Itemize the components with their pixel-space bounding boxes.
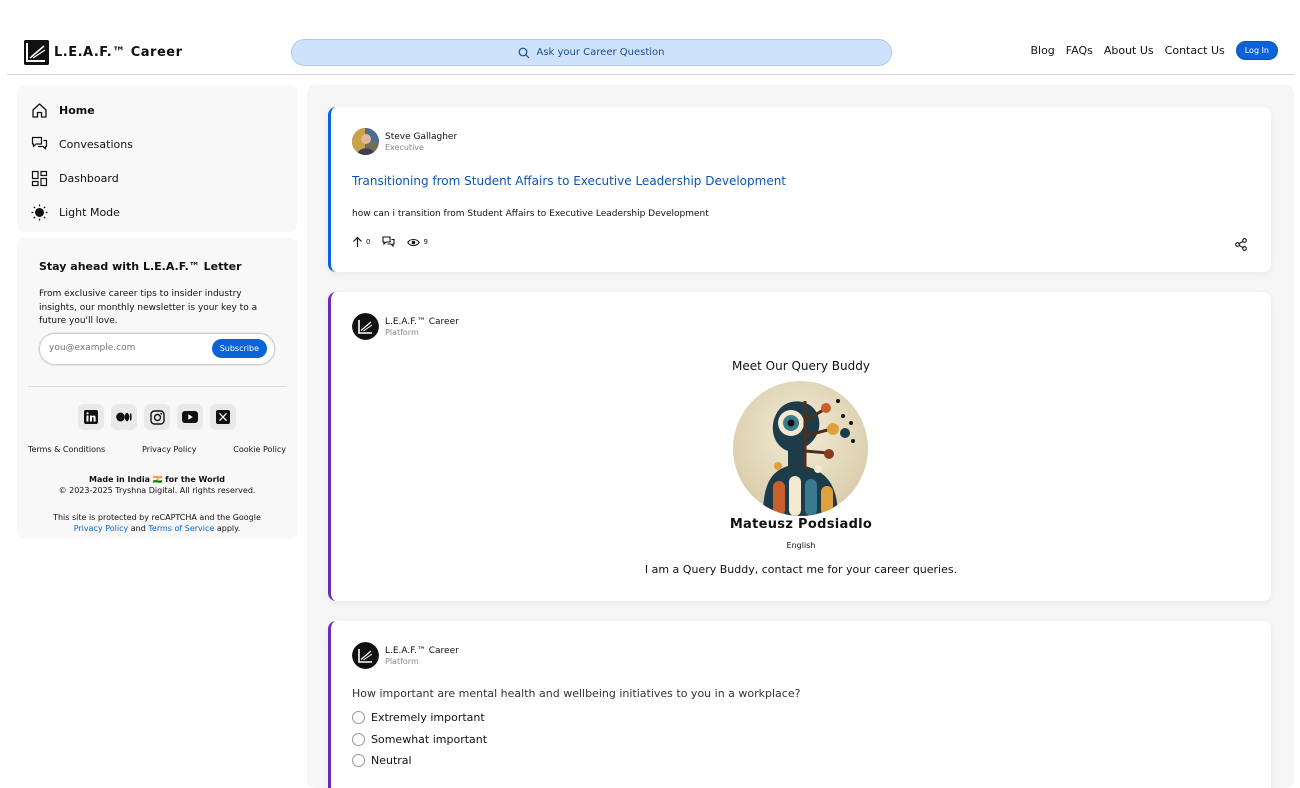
newsletter-panel: Stay ahead with L.E.A.F.™ Letter From ex…	[17, 238, 297, 539]
sidebar-item-dashboard[interactable]: Dashboard	[17, 161, 297, 195]
post-author[interactable]: Steve Gallagher Executive	[352, 128, 457, 155]
top-nav: Blog FAQs About Us Contact Us Log In	[1030, 41, 1278, 60]
recaptcha-pre: This site is protected by reCAPTCHA and …	[53, 513, 261, 522]
divider	[28, 386, 286, 387]
search-placeholder: Ask your Career Question	[536, 47, 665, 58]
radio-button[interactable]	[352, 711, 365, 725]
share-button[interactable]	[1235, 236, 1247, 255]
cookie-link[interactable]: Cookie Policy	[233, 445, 286, 454]
linkedin-icon[interactable]	[78, 404, 104, 430]
google-terms-link[interactable]: Terms of Service	[148, 524, 214, 533]
legal-links: Terms & Conditions Privacy Policy Cookie…	[28, 445, 286, 454]
india-flag: 🇮🇳	[152, 475, 163, 484]
privacy-link[interactable]: Privacy Policy	[142, 445, 197, 454]
views-stat: 9	[407, 238, 428, 247]
poll-option-label: Neutral	[371, 754, 412, 768]
query-buddy-card[interactable]: L.E.A.F.™ Career Platform Meet Our Query…	[328, 292, 1271, 601]
nav-contact-us[interactable]: Contact Us	[1165, 44, 1225, 57]
poll-card: L.E.A.F.™ Career Platform How important …	[328, 621, 1271, 788]
newsletter-text: From exclusive career tips to insider in…	[39, 289, 258, 326]
sidebar-item-home[interactable]: Home	[17, 93, 297, 127]
top-header: L.E.A.F.™ Career Ask your Career Questio…	[7, 30, 1294, 75]
query-buddy-description: I am a Query Buddy, contact me for your …	[644, 563, 958, 576]
leaf-logo-icon	[352, 642, 379, 669]
nav-blog[interactable]: Blog	[1030, 44, 1054, 57]
home-icon	[32, 102, 47, 118]
sidebar-item-label: Convesations	[59, 137, 133, 151]
recaptcha-and: and	[130, 524, 146, 533]
poll-option[interactable]: Extremely important	[352, 707, 487, 729]
made-in-text: Made in India 🇮🇳 for the World © 2023-20…	[17, 474, 297, 496]
sun-icon	[31, 204, 48, 220]
poll-question: How important are mental health and well…	[352, 687, 801, 700]
poll-options: Extremely important Somewhat important N…	[352, 707, 487, 772]
search-icon	[519, 47, 530, 58]
poll-option-label: Extremely important	[371, 711, 485, 725]
youtube-icon[interactable]	[177, 404, 203, 430]
poll-option[interactable]: Neutral	[352, 750, 487, 772]
newsletter-form: Subscribe	[39, 333, 275, 365]
newsletter-title: Stay ahead with L.E.A.F.™ Letter	[39, 260, 242, 273]
comment-button[interactable]	[382, 236, 396, 248]
poll-option[interactable]: Somewhat important	[352, 729, 487, 751]
post-stats: 0 9	[352, 236, 428, 248]
poll-option-label: Somewhat important	[371, 732, 488, 746]
dashboard-icon	[31, 170, 48, 186]
share-icon	[1235, 238, 1247, 251]
instagram-icon[interactable]	[144, 404, 170, 430]
query-buddy-title: Meet Our Query Buddy	[732, 359, 870, 373]
post-author[interactable]: L.E.A.F.™ Career Platform	[352, 642, 459, 669]
post-author[interactable]: L.E.A.F.™ Career Platform	[352, 313, 459, 340]
google-privacy-link[interactable]: Privacy Policy	[74, 524, 129, 533]
brand-name: L.E.A.F.™ Career	[54, 45, 183, 60]
chat-icon	[31, 136, 48, 150]
terms-link[interactable]: Terms & Conditions	[28, 445, 105, 454]
author-name: L.E.A.F.™ Career	[385, 645, 459, 656]
post-title[interactable]: Transitioning from Student Affairs to Ex…	[352, 174, 786, 188]
brand[interactable]: L.E.A.F.™ Career	[24, 40, 183, 65]
nav-faqs[interactable]: FAQs	[1066, 44, 1093, 57]
upvote-count: 0	[366, 238, 371, 246]
radio-button[interactable]	[352, 754, 365, 768]
made-in-india: Made in India	[88, 475, 151, 484]
arrow-up-icon	[353, 236, 362, 247]
subscribe-button[interactable]: Subscribe	[211, 339, 267, 358]
search-bar[interactable]: Ask your Career Question	[291, 39, 892, 66]
sidebar-item-label: Light Mode	[59, 205, 120, 219]
post-body: how can i transition from Student Affair…	[352, 209, 709, 219]
sidebar-nav: Home Convesations Dashboard Light Mode	[17, 85, 297, 232]
medium-icon[interactable]	[111, 404, 137, 430]
author-role: Platform	[385, 327, 419, 337]
sidebar-item-label: Dashboard	[59, 171, 119, 185]
leaf-logo-icon	[24, 40, 49, 65]
author-name: Steve Gallagher	[385, 131, 458, 142]
author-name: L.E.A.F.™ Career	[385, 316, 459, 327]
post-card[interactable]: Steve Gallagher Executive Transitioning …	[328, 107, 1271, 272]
query-buddy-language: English	[786, 541, 816, 550]
upvote-button[interactable]: 0	[352, 236, 370, 248]
sidebar-item-conversations[interactable]: Convesations	[17, 127, 297, 161]
leaf-logo-icon	[352, 313, 379, 340]
author-role: Platform	[385, 656, 419, 666]
sidebar-item-label: Home	[59, 103, 95, 117]
copyright: © 2023-2025 Tryshna Digital. All rights …	[58, 486, 256, 495]
radio-button[interactable]	[352, 732, 365, 746]
x-icon[interactable]	[210, 404, 236, 430]
login-button[interactable]: Log In	[1235, 41, 1278, 60]
feed: Steve Gallagher Executive Transitioning …	[307, 85, 1294, 788]
for-the-world: for the World	[165, 475, 225, 484]
query-buddy-name[interactable]: Mateusz Podsiadlo	[331, 517, 1271, 532]
recaptcha-post: apply.	[216, 524, 241, 533]
views-count: 9	[423, 238, 428, 246]
chat-icon	[382, 236, 396, 248]
author-role: Executive	[385, 142, 424, 152]
email-field[interactable]	[49, 343, 199, 353]
social-links	[78, 404, 236, 430]
query-buddy-avatar[interactable]	[733, 381, 868, 516]
nav-about-us[interactable]: About Us	[1104, 44, 1154, 57]
sidebar-item-light-mode[interactable]: Light Mode	[17, 195, 297, 229]
avatar	[352, 128, 379, 155]
recaptcha-notice: This site is protected by reCAPTCHA and …	[17, 512, 297, 534]
eye-icon	[407, 238, 421, 246]
